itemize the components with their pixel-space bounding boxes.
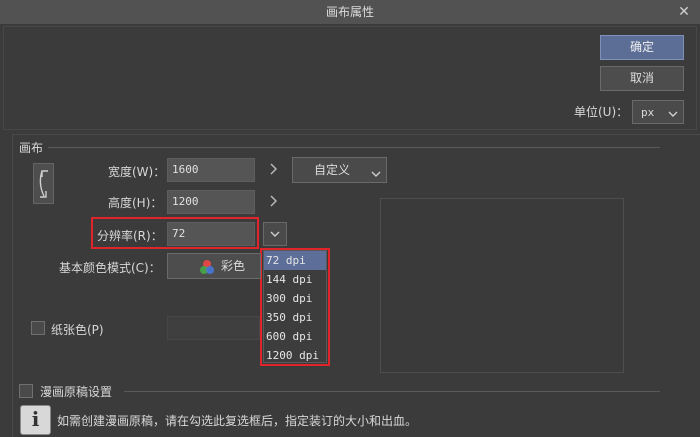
ok-button[interactable]: 确定 — [600, 35, 684, 60]
manga-settings-checkbox[interactable] — [19, 384, 33, 398]
chevron-down-icon — [370, 164, 382, 188]
manga-section-divider — [124, 391, 660, 392]
width-chevron-right-icon[interactable] — [268, 162, 278, 180]
unit-value: px — [641, 106, 655, 119]
unit-label: 单位(U)： — [574, 105, 629, 119]
resolution-highlight — [91, 217, 259, 249]
chevron-down-icon — [667, 105, 679, 127]
manga-settings-label: 漫画原稿设置 — [40, 385, 113, 399]
close-icon[interactable]: ✕ — [676, 0, 692, 24]
unit-select[interactable]: px — [632, 100, 684, 124]
size-preset-select[interactable]: 自定义 — [292, 157, 387, 183]
color-mode-label: 基本颜色模式(C)： — [59, 261, 161, 275]
paper-color-label: 纸张色(P) — [51, 323, 104, 337]
color-mode-button[interactable]: 彩色 — [167, 253, 261, 279]
title-bar: 画布属性 ✕ — [0, 0, 700, 24]
swap-size-button[interactable] — [33, 163, 54, 204]
resolution-dropdown-button[interactable] — [263, 222, 287, 246]
height-label: 高度(H)： — [108, 196, 163, 210]
width-input[interactable]: 1600 — [167, 158, 255, 182]
cancel-button[interactable]: 取消 — [600, 66, 684, 91]
width-label: 宽度(W)： — [108, 165, 166, 179]
height-input[interactable]: 1200 — [167, 190, 255, 214]
chevron-down-icon — [269, 228, 281, 243]
color-mode-value: 彩色 — [221, 259, 246, 273]
canvas-preview — [380, 198, 624, 373]
canvas-section-title: 画布 — [19, 141, 44, 155]
dropdown-highlight — [260, 248, 330, 366]
paper-color-swatch — [167, 316, 260, 340]
size-preset-value: 自定义 — [314, 163, 351, 177]
paper-color-checkbox[interactable] — [31, 321, 45, 335]
canvas-section-divider — [48, 147, 660, 148]
color-circles-icon — [199, 259, 215, 283]
info-text: 如需创建漫画原稿，请在勾选此复选框后，指定装订的大小和出血。 — [57, 414, 418, 428]
info-icon: i — [20, 405, 51, 435]
height-chevron-right-icon[interactable] — [268, 194, 278, 212]
swap-arrows-icon — [36, 168, 52, 203]
window-title: 画布属性 — [325, 5, 374, 19]
